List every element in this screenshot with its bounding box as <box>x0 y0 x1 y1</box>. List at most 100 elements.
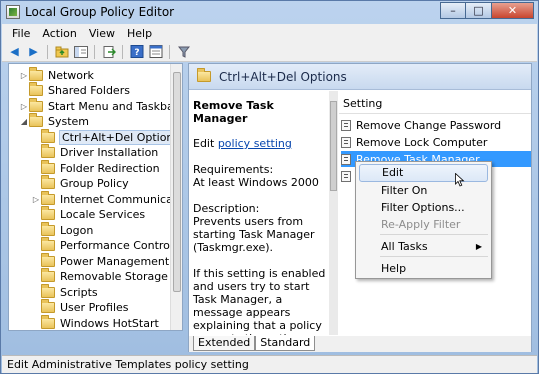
menu-item-filter-options[interactable]: Filter Options... <box>359 199 488 217</box>
maximize-button[interactable]: □ <box>466 2 492 19</box>
folder-icon <box>41 237 55 251</box>
filter-icon[interactable] <box>175 44 192 60</box>
description-label: Description: <box>193 202 260 215</box>
folder-icon <box>41 175 55 189</box>
forward-arrow-icon[interactable]: ▶ <box>25 44 42 60</box>
window-controls: – □ ✕ <box>440 2 534 19</box>
gpedit-window: Local Group Policy Editor – □ ✕ File Act… <box>0 0 539 374</box>
tree-item[interactable]: Power Management <box>31 252 170 269</box>
tree-vertical-scrollbar[interactable] <box>170 64 182 330</box>
up-folder-icon[interactable] <box>53 44 70 60</box>
requirements-label: Requirements: <box>193 163 274 176</box>
tree-item-label: Locale Services <box>60 208 146 221</box>
tree-item-label: Windows HotStart <box>60 316 159 330</box>
folder-icon <box>41 206 55 220</box>
setting-row[interactable]: Remove Lock Computer <box>341 134 531 150</box>
tree-item[interactable]: Locale Services <box>31 206 146 223</box>
setting-label: Remove Lock Computer <box>356 135 488 149</box>
tree-item[interactable]: Removable Storage Ac <box>31 268 183 285</box>
submenu-arrow-icon: ▶ <box>475 242 482 251</box>
tree-item[interactable]: Group Policy <box>31 175 129 192</box>
description-scrollbar[interactable] <box>329 91 338 335</box>
svg-text:?: ? <box>134 48 139 58</box>
tree-item-label: Internet Communication <box>60 192 183 206</box>
tree-item[interactable]: Shared Folders <box>19 82 130 99</box>
setting-label: Remove Change Password <box>356 118 502 132</box>
tree-item[interactable]: Driver Installation <box>31 144 158 161</box>
tree-item[interactable]: Scripts <box>31 283 98 300</box>
app-icon <box>6 5 20 19</box>
tree-item-label: Removable Storage Ac <box>60 270 183 283</box>
description-text: Prevents users from starting Task Manage… <box>193 215 315 254</box>
expand-arrow-icon[interactable]: ▷ <box>19 102 29 111</box>
toolbar-separator <box>47 44 48 59</box>
tree-item[interactable]: ▷ Network <box>19 66 94 83</box>
scroll-thumb[interactable] <box>173 72 181 292</box>
back-arrow-icon[interactable]: ◀ <box>6 44 23 60</box>
tree-item[interactable]: User Profiles <box>31 299 129 316</box>
folder-icon <box>41 299 55 313</box>
policy-setting-icon <box>341 170 351 182</box>
menu-item-label: Edit <box>382 166 404 179</box>
menu-separator <box>380 256 488 257</box>
menu-item-edit[interactable]: Edit <box>359 164 488 182</box>
tree-item-label: User Profiles <box>60 301 129 314</box>
details-header: Ctrl+Alt+Del Options <box>189 64 531 90</box>
column-header-divider <box>339 113 531 114</box>
tree-item[interactable]: ◢ System <box>19 113 89 130</box>
folder-icon <box>41 314 55 329</box>
menu-action[interactable]: Action <box>36 27 82 40</box>
menu-item-filter-on[interactable]: Filter On <box>359 182 488 200</box>
menu-item-help[interactable]: Help <box>359 260 488 278</box>
menu-file[interactable]: File <box>6 27 36 40</box>
close-button[interactable]: ✕ <box>492 2 534 19</box>
expand-arrow-icon[interactable]: ◢ <box>19 117 29 126</box>
menu-item-all-tasks[interactable]: All Tasks ▶ <box>359 238 488 256</box>
folder-icon <box>29 113 43 127</box>
tree-item[interactable]: ▷ Start Menu and Taskbar <box>19 97 178 114</box>
expand-arrow-icon[interactable]: ▷ <box>31 195 41 204</box>
setting-row[interactable]: Remove Change Password <box>341 117 531 133</box>
requirements-value: At least Windows 2000 <box>193 176 319 189</box>
help-icon[interactable]: ? <box>128 44 145 60</box>
expand-arrow-icon[interactable]: ▷ <box>19 71 29 80</box>
tab-extended[interactable]: Extended <box>193 336 256 351</box>
folder-icon <box>41 190 55 205</box>
toolbar-separator <box>94 44 95 59</box>
toolbar-separator <box>122 44 123 59</box>
menu-item-label: All Tasks <box>381 240 428 253</box>
folder-icon <box>41 268 55 282</box>
policy-setting-link[interactable]: policy setting <box>218 137 292 150</box>
policy-setting-icon <box>341 136 351 148</box>
menu-view[interactable]: View <box>83 27 121 40</box>
menu-item-label: Filter On <box>381 184 428 197</box>
menu-bar: File Action View Help <box>2 24 537 42</box>
tree-item[interactable]: Logon <box>31 221 94 238</box>
folder-icon <box>29 66 43 81</box>
requirements: Requirements: At least Windows 2000 <box>193 163 329 189</box>
tab-standard[interactable]: Standard <box>255 336 316 351</box>
tree-item[interactable]: Folder Redirection <box>31 159 160 176</box>
extended-description: Remove Task Manager Edit policy setting … <box>189 91 329 335</box>
navigation-tree[interactable]: ▷ Network Shared Folders ▷ Start Menu and Ta… <box>8 63 183 331</box>
title-bar[interactable]: Local Group Policy Editor – □ ✕ <box>1 1 538 23</box>
view-tabs: Extended Standard <box>189 336 531 352</box>
export-list-icon[interactable] <box>100 44 117 60</box>
tree-item[interactable]: ▷ Internet Communication <box>31 190 183 207</box>
tree-item[interactable]: Windows HotStart <box>31 314 159 330</box>
tree-item-label: Performance Control Pa <box>60 239 183 252</box>
context-menu: Edit Filter On Filter Options... Re-Apply F… <box>355 161 492 279</box>
properties-icon[interactable] <box>147 44 164 60</box>
menu-item-label: Re-Apply Filter <box>381 218 461 231</box>
tree-item[interactable]: Ctrl+Alt+Del Options <box>31 128 182 145</box>
scroll-thumb[interactable] <box>330 101 337 191</box>
tree-item-label: Power Management <box>60 254 170 268</box>
folder-icon <box>41 128 55 143</box>
column-header-setting[interactable]: Setting <box>339 97 382 110</box>
minimize-button[interactable]: – <box>440 2 466 19</box>
tree-item[interactable]: Performance Control Pa <box>31 237 183 254</box>
menu-help[interactable]: Help <box>121 27 158 40</box>
show-hide-tree-icon[interactable] <box>72 44 89 60</box>
tree-item-label: Group Policy <box>60 177 129 190</box>
tree-item-label: Logon <box>60 223 94 237</box>
